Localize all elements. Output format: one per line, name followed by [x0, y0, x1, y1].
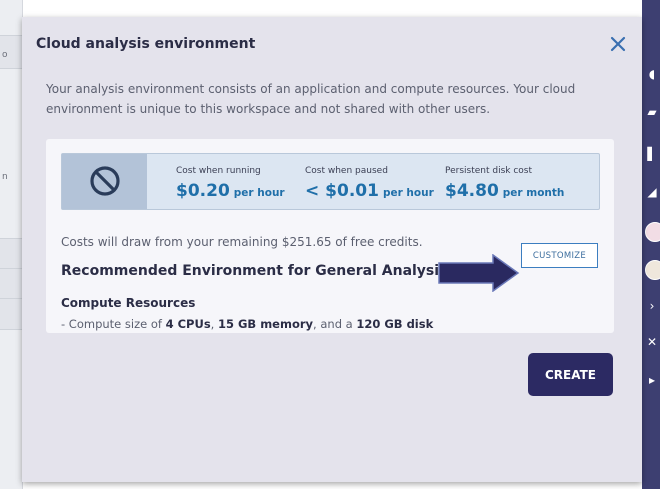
create-button[interactable]: CREATE	[528, 353, 613, 396]
compute-separator: , and a	[313, 317, 357, 331]
cost-running-label: Cost when running	[176, 166, 261, 176]
cost-paused-label: Cost when paused	[305, 166, 388, 176]
cost-paused: Cost when paused < $0.01 per hour	[305, 166, 434, 201]
close-icon[interactable]	[607, 33, 629, 55]
avatar[interactable]	[645, 222, 660, 242]
modal-description: Your analysis environment consists of an…	[46, 82, 576, 116]
avatar[interactable]	[645, 260, 660, 280]
compute-resources-description: - Compute size of 4 CPUs, 15 GB memory, …	[61, 317, 433, 331]
background-right-sidebar: ◖ ▰ ▌ ◢ › ✕ ▸	[642, 0, 660, 489]
cost-disk: Persistent disk cost $4.80 per month	[445, 166, 564, 201]
credits-text: Costs will draw from your remaining $251…	[61, 235, 423, 249]
cost-running: Cost when running $0.20 per hour	[176, 166, 285, 201]
cost-banner: Cost when running $0.20 per hour Cost whe…	[61, 153, 600, 210]
background-row	[0, 298, 22, 330]
compute-prefix: - Compute size of	[61, 317, 166, 331]
modal-title: Cloud analysis environment	[36, 36, 256, 52]
cost-paused-amount: < $0.01	[305, 181, 379, 201]
sidebar-icon[interactable]: ▌	[646, 148, 658, 160]
sidebar-icon[interactable]: ▸	[646, 374, 658, 386]
background-text: n	[2, 172, 8, 182]
compute-memory: 15 GB memory	[217, 317, 314, 331]
sidebar-icon[interactable]: ✕	[646, 336, 658, 348]
background-row	[0, 238, 22, 270]
background-row	[0, 268, 22, 300]
compute-resources-title: Compute Resources	[61, 296, 196, 310]
background-left-panel: o n	[0, 0, 23, 489]
environment-title: Recommended Environment for General Anal…	[61, 263, 448, 279]
cloud-environment-modal: Cloud analysis environment Your analysis…	[22, 17, 642, 482]
no-symbol-icon	[90, 166, 120, 196]
sidebar-icon[interactable]: ◖	[646, 68, 658, 80]
cost-running-amount: $0.20	[176, 181, 230, 201]
sidebar-icon[interactable]: ◢	[646, 186, 658, 198]
environment-card: Cost when running $0.20 per hour Cost whe…	[46, 139, 614, 333]
compute-separator: ,	[210, 317, 218, 331]
cost-disk-label: Persistent disk cost	[445, 166, 533, 176]
customize-button[interactable]: CUSTOMIZE	[521, 243, 598, 268]
cost-paused-unit: per hour	[382, 187, 434, 199]
compute-cpus: 4 CPUs	[165, 317, 211, 331]
cost-disk-unit: per month	[502, 187, 565, 199]
cost-icon-box	[62, 154, 147, 209]
background-text: o	[2, 50, 8, 60]
cost-disk-amount: $4.80	[445, 181, 499, 201]
compute-disk: 120 GB disk	[356, 317, 434, 331]
cost-running-unit: per hour	[233, 187, 285, 199]
sidebar-icon[interactable]: ▰	[646, 106, 658, 118]
sidebar-icon[interactable]: ›	[646, 300, 658, 312]
arrow-right-icon	[438, 254, 520, 292]
